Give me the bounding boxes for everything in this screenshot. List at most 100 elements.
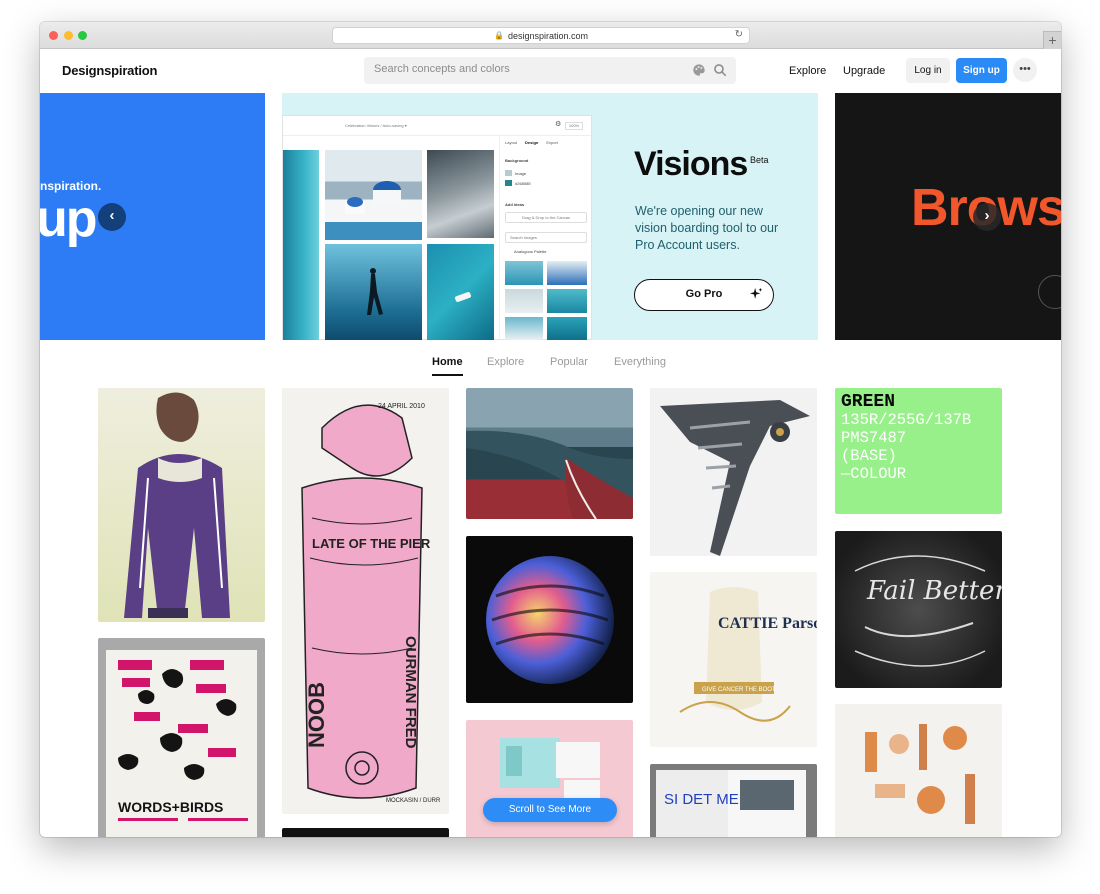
tab-popular[interactable]: Popular: [550, 356, 588, 368]
site-header: Designspiration Search concepts and colo…: [40, 50, 1061, 92]
sparkle-icon: [749, 287, 763, 299]
maximize-window-button[interactable]: [78, 31, 87, 40]
preview-thumb: [547, 289, 587, 313]
image-card-green-colour[interactable]: GREEN 135R/255G/137B PMS7487 (BASE) —COL…: [835, 388, 1002, 514]
hero-carousel: nspiration. up ‹ Celebration Visions / A…: [40, 93, 1061, 340]
image-card-magazine[interactable]: SI DET MED: [650, 764, 817, 837]
image-grid: WORDS+BIRDS LATE OF THE PIER 24 APRIL 20…: [40, 388, 1061, 837]
gear-icon: ⚙: [555, 121, 562, 128]
image-card-fail-better[interactable]: Fail Better: [835, 531, 1002, 688]
lock-icon: 🔒: [493, 31, 504, 40]
close-window-button[interactable]: [49, 31, 58, 40]
preview-image-swatch: [505, 170, 512, 176]
carousel-slide-previous[interactable]: nspiration. up ‹: [40, 93, 265, 340]
tab-explore[interactable]: Explore: [487, 356, 524, 368]
preview-breadcrumb: Celebration Visions / Auto-saving ▾: [345, 123, 407, 128]
preview-thumb: [547, 261, 587, 285]
color-palette-icon[interactable]: [692, 63, 706, 77]
browser-window: 🔒 designspiration.com ↻ + Designspiratio…: [40, 22, 1061, 837]
collage-santorini-image: [325, 150, 422, 240]
visions-app-preview: Celebration Visions / Auto-saving ▾ ⚙ 10…: [282, 115, 592, 340]
green-card-title: GREEN: [841, 392, 896, 412]
image-card-dark-partial[interactable]: [282, 828, 449, 837]
carousel-next-button[interactable]: ›: [973, 203, 1001, 231]
chalk-lettering: Fail Better: [866, 576, 1002, 606]
preview-add-ideas-label: Add Ideas: [505, 202, 525, 207]
preview-tab-export: Export: [546, 140, 558, 145]
collage-rock-image: [427, 150, 494, 238]
collage-diver-image: [325, 244, 422, 340]
preview-tabs: Layout Design Export: [505, 140, 558, 145]
preview-search-box: Search Images: [505, 232, 587, 243]
carousel-slide-visions[interactable]: Celebration Visions / Auto-saving ▾ ⚙ 10…: [282, 93, 818, 340]
preview-side-panel: Layout Design Export Background Image #2…: [499, 136, 593, 340]
collage-boat-image: [427, 244, 494, 340]
collage-pool-image: [283, 150, 319, 340]
active-tab-indicator: [432, 374, 463, 376]
go-pro-button[interactable]: Go Pro: [634, 279, 774, 311]
poster-date: 24 APRIL 2010: [378, 403, 425, 410]
preview-drop-zone: Drag & Drop to the Canvas: [505, 212, 587, 223]
tab-everything[interactable]: Everything: [614, 356, 666, 368]
site-logo[interactable]: Designspiration: [62, 63, 157, 78]
preview-color-hex: #26858E: [515, 181, 532, 186]
preview-tab-layout: Layout: [505, 140, 518, 145]
preview-topbar: Celebration Visions / Auto-saving ▾ ⚙ 10…: [283, 116, 591, 136]
search-icon[interactable]: [713, 63, 727, 77]
feed-tabs: Home Explore Popular Everything: [40, 356, 1061, 378]
carousel-slide-next[interactable]: Brows ›: [835, 93, 1061, 340]
green-card-line: PMS7487: [841, 429, 907, 447]
image-card-words-birds[interactable]: WORDS+BIRDS: [98, 638, 265, 837]
preview-tab-design: Design: [525, 140, 539, 145]
go-pro-label: Go Pro: [685, 288, 723, 300]
preview-color-swatch: [505, 180, 512, 186]
image-card-gig-poster[interactable]: LATE OF THE PIER 24 APRIL 2010 NOOB OURM…: [282, 388, 449, 814]
image-card-mechanical-bird[interactable]: [650, 388, 817, 556]
nav-explore-link[interactable]: Explore: [789, 65, 826, 77]
image-card-abstract-sphere[interactable]: [466, 536, 633, 703]
url-text: designspiration.com: [507, 30, 588, 41]
card-ribbon-text: GIVE CANCER THE BOOT: [702, 687, 776, 693]
preview-thumb: [547, 317, 587, 340]
slide-headline: up: [40, 190, 98, 248]
address-bar[interactable]: 🔒 designspiration.com ↻: [332, 27, 750, 44]
image-card-food-icons[interactable]: [835, 704, 1002, 837]
preview-thumb: [505, 289, 543, 313]
search-input[interactable]: Search concepts and colors: [374, 63, 510, 75]
scroll-to-see-more-button[interactable]: Scroll to See More: [483, 798, 617, 822]
magazine-headline: SI DET MED: [664, 791, 750, 808]
green-card-line: —COLOUR: [841, 465, 907, 483]
browser-toolbar: 🔒 designspiration.com ↻ +: [40, 22, 1061, 49]
minimize-window-button[interactable]: [64, 31, 73, 40]
preview-palette-label: Analogous Palette: [514, 249, 547, 254]
poster-artist-3: MOCKASIN / DURR: [386, 798, 441, 804]
poster-artist-2: OURMAN FRED: [402, 636, 419, 749]
beta-badge: Beta: [750, 155, 769, 165]
poster-title: WORDS+BIRDS: [118, 799, 223, 815]
preview-thumb: [505, 317, 543, 340]
card-typography-text: CATTIE Parsons BALL: [718, 615, 817, 632]
image-card-coastline[interactable]: [466, 388, 633, 519]
search-bar[interactable]: Search concepts and colors: [364, 57, 736, 84]
preview-zoom: 100%: [565, 122, 583, 130]
more-options-button[interactable]: •••: [1013, 58, 1037, 82]
green-card-line: (BASE): [841, 447, 897, 465]
preview-image-label: Image: [515, 171, 527, 176]
preview-background-label: Background: [505, 158, 529, 163]
new-tab-button[interactable]: +: [1043, 31, 1061, 49]
image-card-illustration-man[interactable]: [98, 388, 265, 622]
tab-home[interactable]: Home: [432, 356, 463, 368]
green-card-line: 135R/255G/137B: [841, 411, 972, 429]
poster-artist-1: NOOB: [304, 682, 329, 748]
signup-button[interactable]: Sign up: [956, 58, 1007, 83]
login-button[interactable]: Log in: [906, 58, 950, 83]
visions-description: We're opening our new vision boarding to…: [635, 204, 779, 252]
slide-decoration: [1038, 275, 1061, 309]
visions-title: Visions: [634, 145, 748, 183]
carousel-prev-button[interactable]: ‹: [98, 203, 126, 231]
reload-icon[interactable]: ↻: [735, 29, 743, 40]
image-card-typography-ball[interactable]: CATTIE Parsons BALL GIVE CANCER THE BOOT: [650, 572, 817, 747]
nav-upgrade-link[interactable]: Upgrade: [843, 65, 885, 77]
preview-thumb: [505, 261, 543, 285]
poster-band-name: LATE OF THE PIER: [312, 536, 431, 551]
